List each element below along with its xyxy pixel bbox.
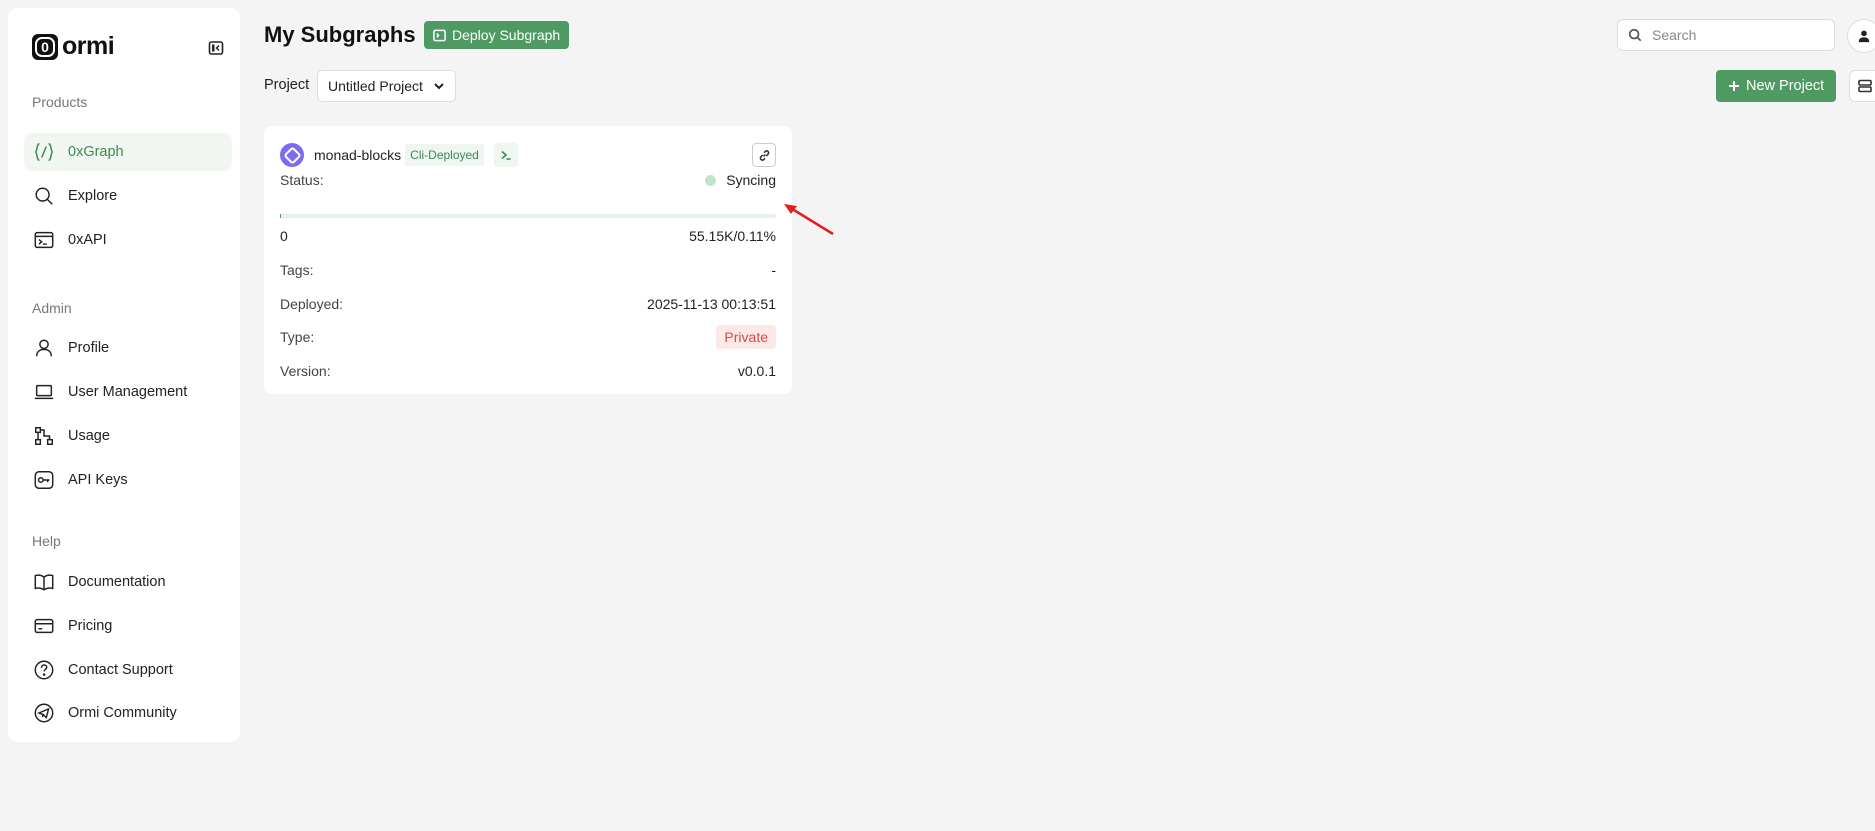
help-icon — [32, 658, 56, 682]
link-icon — [759, 149, 769, 161]
sidebar-item-0xgraph[interactable]: 0xGraph — [24, 133, 232, 171]
deploy-subgraph-button[interactable]: Deploy Subgraph — [424, 21, 570, 49]
version-label: Version: — [280, 363, 331, 379]
section-products: Products — [32, 94, 88, 110]
project-select[interactable]: Untitled Project — [317, 70, 456, 102]
sidebar: 0 ormi Products 0xGraph Explore 0xAPI Ad… — [8, 8, 240, 742]
progress-start: 0 — [280, 228, 288, 244]
private-badge: Private — [716, 325, 776, 349]
list-view-toggle[interactable] — [1849, 70, 1875, 102]
new-project-button[interactable]: New Project — [1716, 70, 1837, 102]
version-row: Version: v0.0.1 — [280, 361, 776, 381]
tags-label: Tags: — [280, 262, 314, 278]
search-icon — [1628, 28, 1642, 42]
deployed-row: Deployed: 2025-11-13 00:13:51 — [280, 294, 776, 314]
deployed-label: Deployed: — [280, 296, 344, 312]
telegram-icon — [32, 701, 56, 725]
search-box[interactable] — [1617, 19, 1835, 51]
page-title: My Subgraphs — [264, 22, 416, 47]
search-icon — [32, 184, 56, 208]
sidebar-item-label: Pricing — [68, 618, 113, 634]
status-label: Status: — [280, 172, 324, 188]
sidebar-item-user-management[interactable]: User Management — [24, 373, 232, 411]
tags-value: - — [771, 262, 776, 278]
annotation-arrow — [784, 204, 834, 236]
chevron-down-icon — [434, 83, 444, 90]
copy-link-button[interactable] — [752, 143, 776, 167]
section-admin: Admin — [32, 300, 72, 316]
status-dot — [705, 174, 717, 186]
sidebar-item-label: Ormi Community — [68, 705, 177, 721]
sidebar-item-label: 0xAPI — [68, 232, 107, 248]
status-value: Syncing — [705, 172, 776, 188]
subgraph-card[interactable]: monad-blocks Cli-Deployed Status: Syncin… — [264, 126, 792, 394]
sidebar-item-profile[interactable]: Profile — [24, 329, 232, 367]
sidebar-item-api-keys[interactable]: API Keys — [24, 461, 232, 499]
key-icon — [32, 468, 56, 492]
status-text: Syncing — [726, 172, 776, 188]
subgraph-name[interactable]: monad-blocks — [314, 147, 401, 163]
type-row: Type: Private — [280, 324, 776, 350]
sidebar-collapse-icon[interactable] — [208, 40, 224, 56]
usage-icon — [32, 424, 56, 448]
type-label: Type: — [280, 329, 315, 345]
sidebar-item-explore[interactable]: Explore — [24, 177, 232, 215]
sidebar-item-label: Documentation — [68, 574, 166, 590]
search-input[interactable] — [1650, 26, 1824, 44]
sidebar-item-label: 0xGraph — [68, 144, 124, 160]
sidebar-item-label: Contact Support — [68, 662, 173, 678]
terminal-icon — [501, 150, 511, 160]
tags-row: Tags: - — [280, 260, 776, 280]
sidebar-item-label: User Management — [68, 384, 188, 400]
terminal-icon — [32, 228, 56, 252]
laptop-icon — [32, 380, 56, 404]
card-header: monad-blocks Cli-Deployed — [280, 142, 776, 168]
monad-chain-icon — [280, 143, 304, 167]
sync-progress-fill — [280, 214, 281, 218]
plus-icon — [1729, 81, 1739, 91]
sidebar-item-0xapi[interactable]: 0xAPI — [24, 221, 232, 259]
logo-text: ormi — [62, 32, 115, 60]
braces-icon — [32, 140, 56, 164]
progress-row: 0 55.15K/0.11% — [280, 226, 776, 246]
sidebar-item-ormi-community[interactable]: Ormi Community — [24, 694, 232, 732]
sidebar-item-label: Explore — [68, 188, 118, 204]
ormi-logo[interactable]: 0 ormi — [32, 32, 115, 61]
logo-mark: 0 — [32, 33, 58, 60]
sidebar-item-documentation[interactable]: Documentation — [24, 563, 232, 601]
cli-deployed-badge: Cli-Deployed — [405, 144, 484, 166]
sidebar-item-label: Usage — [68, 428, 110, 444]
book-icon — [32, 570, 56, 594]
new-project-label: New Project — [1746, 78, 1825, 94]
status-row: Status: Syncing — [280, 170, 776, 190]
sidebar-item-usage[interactable]: Usage — [24, 417, 232, 455]
sidebar-item-pricing[interactable]: Pricing — [24, 607, 232, 645]
user-avatar[interactable] — [1847, 19, 1875, 53]
project-label: Project — [264, 77, 310, 93]
deploy-icon — [433, 29, 446, 41]
deploy-subgraph-label: Deploy Subgraph — [452, 27, 561, 43]
sidebar-item-contact-support[interactable]: Contact Support — [24, 651, 232, 689]
version-value: v0.0.1 — [737, 363, 776, 379]
terminal-button[interactable] — [493, 143, 518, 167]
project-select-value: Untitled Project — [328, 78, 423, 94]
sidebar-item-label: Profile — [68, 340, 110, 356]
sync-progress-bar — [280, 214, 776, 218]
user-icon — [32, 336, 56, 360]
sidebar-item-label: API Keys — [68, 472, 128, 488]
progress-text: 55.15K/0.11% — [689, 228, 776, 244]
user-icon — [1858, 30, 1870, 43]
list-view-icon — [1858, 79, 1872, 93]
deployed-value: 2025-11-13 00:13:51 — [647, 296, 776, 312]
card-icon — [32, 614, 56, 638]
section-help: Help — [32, 533, 61, 549]
